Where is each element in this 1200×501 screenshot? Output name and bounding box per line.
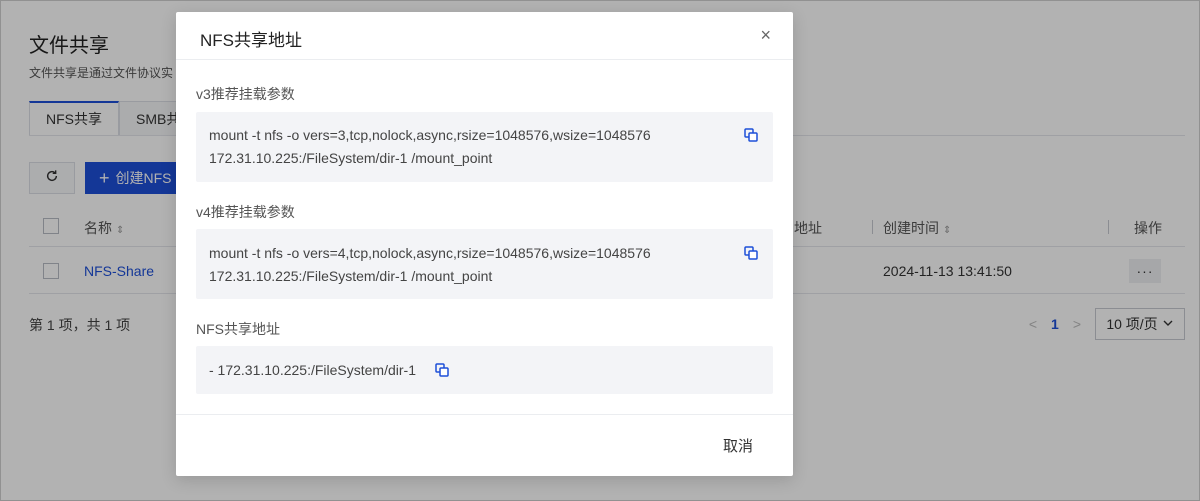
v4-params-box: mount -t nfs -o vers=4,tcp,nolock,async,… <box>196 229 773 299</box>
copy-icon[interactable] <box>435 363 449 377</box>
v3-params-box: mount -t nfs -o vers=3,tcp,nolock,async,… <box>196 112 773 182</box>
dialog-header: NFS共享地址 × <box>176 12 793 60</box>
v3-command-line1: mount -t nfs -o vers=3,tcp,nolock,async,… <box>209 127 651 143</box>
copy-icon[interactable] <box>744 246 758 260</box>
v4-params-label: v4推荐挂载参数 <box>196 204 295 220</box>
v3-params-label: v3推荐挂载参数 <box>196 86 295 102</box>
v3-command-line2: 172.31.10.225:/FileSystem/dir-1 /mount_p… <box>209 150 493 166</box>
nfs-address-value: - 172.31.10.225:/FileSystem/dir-1 <box>209 362 416 378</box>
dialog-title: NFS共享地址 <box>200 31 302 50</box>
nfs-address-label: NFS共享地址 <box>196 321 280 337</box>
v4-command-line1: mount -t nfs -o vers=4,tcp,nolock,async,… <box>209 245 651 261</box>
cancel-button[interactable]: 取消 <box>723 435 753 456</box>
nfs-address-box: - 172.31.10.225:/FileSystem/dir-1 <box>196 346 773 394</box>
nfs-address-dialog: NFS共享地址 × v3推荐挂载参数 mount -t nfs -o vers=… <box>176 12 793 476</box>
copy-icon[interactable] <box>744 128 758 142</box>
v4-command-line2: 172.31.10.225:/FileSystem/dir-1 /mount_p… <box>209 268 493 284</box>
close-icon[interactable]: × <box>760 24 771 46</box>
dialog-footer: 取消 <box>176 414 793 476</box>
